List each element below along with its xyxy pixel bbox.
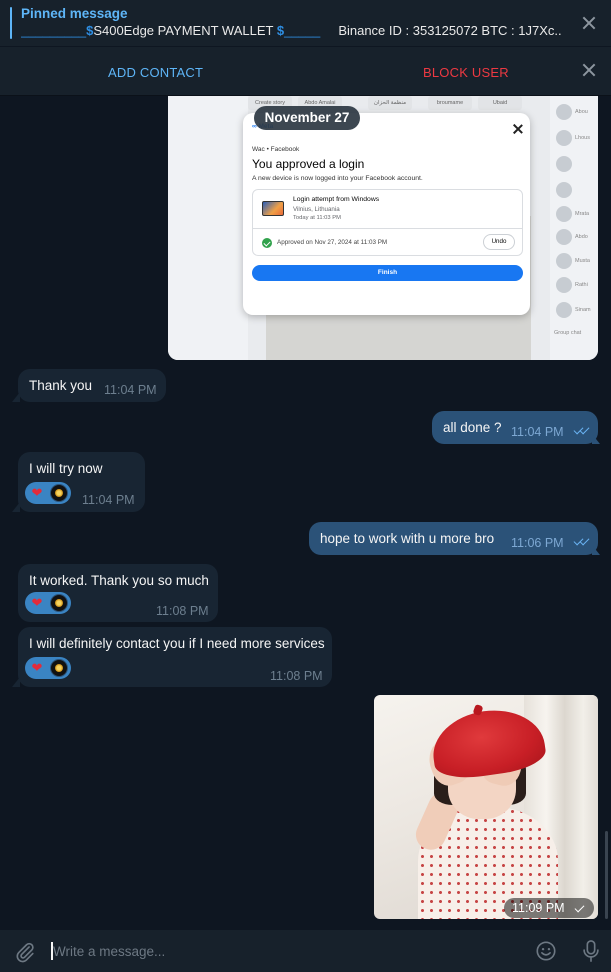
- pinned-underline-2: _____: [284, 23, 321, 38]
- double-check-icon: [573, 535, 592, 548]
- fb-tab: broumame: [428, 96, 472, 110]
- incoming-message[interactable]: I will try now ❤ 11:04 PM: [18, 452, 145, 512]
- block-user-button[interactable]: BLOCK USER: [423, 65, 509, 80]
- finish-button: Finish: [252, 265, 523, 281]
- fb-tab: Ubaid: [478, 96, 522, 110]
- message-text: all done ?: [443, 420, 502, 435]
- fb-contact-name: Rathi: [575, 282, 588, 288]
- reactor-avatar: [50, 594, 68, 612]
- message-time: 11:04 PM: [511, 425, 564, 439]
- date-separator: November 27: [254, 106, 360, 130]
- undo-button: Undo: [483, 234, 515, 250]
- paperclip-icon[interactable]: [14, 941, 36, 963]
- message-input[interactable]: [53, 940, 513, 962]
- close-pinned-icon[interactable]: [582, 16, 596, 30]
- contact-action-bar: ADD CONTACT BLOCK USER: [0, 47, 611, 96]
- approved-text: Approved on Nov 27, 2024 at 11:03 PM: [277, 239, 388, 246]
- heart-reaction-icon: ❤: [31, 660, 43, 675]
- dollar-icon: $: [276, 23, 285, 38]
- reaction-badge[interactable]: ❤: [25, 482, 71, 504]
- outgoing-message[interactable]: hope to work with u more bro 11:06 PM: [309, 522, 598, 555]
- fb-contacts-sidebar: Abou Lhous Mrata Abdo Musta Rathi Sinam …: [550, 96, 598, 360]
- login-attempt-card: Login attempt from Windows Vilnius, Lith…: [252, 189, 523, 256]
- message-time: 11:04 PM: [104, 383, 157, 397]
- laptop-icon: [262, 201, 284, 216]
- avatar: [556, 104, 572, 120]
- photo-time: 11:09 PM: [512, 901, 565, 915]
- fb-contact-name: Mrata: [575, 211, 590, 217]
- chat-scrollbar[interactable]: [605, 831, 608, 919]
- screenshot-photo[interactable]: Create story Abdo Amalai منظمة الحزان br…: [168, 96, 598, 360]
- add-contact-button[interactable]: ADD CONTACT: [108, 65, 203, 80]
- message-time: 11:08 PM: [270, 669, 323, 683]
- approved-check-icon: [262, 238, 272, 248]
- close-action-bar-icon[interactable]: [582, 63, 596, 77]
- avatar: [556, 130, 572, 146]
- message-time: 11:06 PM: [511, 536, 564, 550]
- pinned-text: _________$S400Edge PAYMENT WALLET $_____…: [21, 23, 561, 38]
- single-check-icon: [574, 902, 585, 913]
- smile-icon[interactable]: [535, 940, 557, 962]
- message-text: I will try now: [29, 461, 103, 476]
- message-text: It worked. Thank you so much: [29, 573, 209, 588]
- login-location: Vilnius, Lithuania: [293, 206, 340, 213]
- pinned-message-bar[interactable]: Pinned message _________ $S400Edge PAYMEN…: [0, 0, 611, 47]
- fb-group-chats-label: Group chat: [554, 330, 582, 336]
- outgoing-message[interactable]: all done ? 11:04 PM: [432, 411, 598, 444]
- fb-contact-name: Sinam: [575, 307, 591, 313]
- avatar: [556, 229, 572, 245]
- fb-tab: منظمة الحزان: [368, 96, 412, 110]
- incoming-message[interactable]: It worked. Thank you so much ❤ 11:08 PM: [18, 564, 218, 622]
- incoming-message[interactable]: I will definitely contact you if I need …: [18, 627, 332, 687]
- reaction-badge[interactable]: ❤: [25, 592, 71, 614]
- double-check-icon: [573, 424, 592, 437]
- avatar: [556, 206, 572, 222]
- avatar: [556, 302, 572, 318]
- message-text: Thank you: [29, 378, 93, 393]
- dialog-close-icon: [513, 124, 523, 134]
- card-divider: [253, 228, 522, 229]
- fb-contact-name: Abou: [575, 109, 588, 115]
- reaction-badge[interactable]: ❤: [25, 657, 71, 679]
- dialog-description: A new device is now logged into your Fac…: [252, 175, 423, 182]
- avatar: [556, 156, 572, 172]
- message-text: I will definitely contact you if I need …: [29, 636, 325, 651]
- avatar: [556, 253, 572, 269]
- photo-message[interactable]: 11:09 PM: [374, 695, 598, 919]
- pinned-title: Pinned message: [21, 6, 128, 21]
- fb-left-panel: [168, 96, 248, 360]
- login-time: Today at 11:03 PM: [293, 215, 341, 221]
- login-attempt-title: Login attempt from Windows: [293, 196, 380, 203]
- login-approved-dialog: ∞ Meta Wac • Facebook You approved a log…: [243, 113, 530, 315]
- incoming-message[interactable]: Thank you 11:04 PM: [18, 369, 166, 402]
- microphone-icon[interactable]: [580, 939, 602, 963]
- pinned-underline-1: _________: [21, 23, 87, 38]
- chat-history[interactable]: Create story Abdo Amalai منظمة الحزان br…: [0, 96, 611, 930]
- photo-timestamp: 11:09 PM: [504, 898, 594, 918]
- fb-contact-name: Lhous: [575, 135, 590, 141]
- heart-reaction-icon: ❤: [31, 485, 43, 500]
- message-time: 11:08 PM: [156, 604, 209, 618]
- pinned-binance-info: Binance ID : 353125072 BTC : 1J7Xc...: [338, 23, 561, 38]
- fb-contact-name: Musta: [575, 258, 590, 264]
- heart-reaction-icon: ❤: [31, 595, 43, 610]
- dialog-title: You approved a login: [252, 157, 365, 171]
- message-input-bar: [0, 930, 611, 972]
- pinned-accent-line: [10, 7, 12, 39]
- message-time: 11:04 PM: [82, 493, 135, 507]
- reactor-avatar: [50, 659, 68, 677]
- message-text: hope to work with u more bro: [320, 531, 495, 546]
- fb-contact-name: Abdo: [575, 234, 588, 240]
- reactor-avatar: [50, 484, 68, 502]
- avatar: [556, 182, 572, 198]
- avatar: [556, 277, 572, 293]
- pinned-wallet-name: S400Edge PAYMENT WALLET: [93, 23, 274, 38]
- dialog-subtitle: Wac • Facebook: [252, 146, 300, 153]
